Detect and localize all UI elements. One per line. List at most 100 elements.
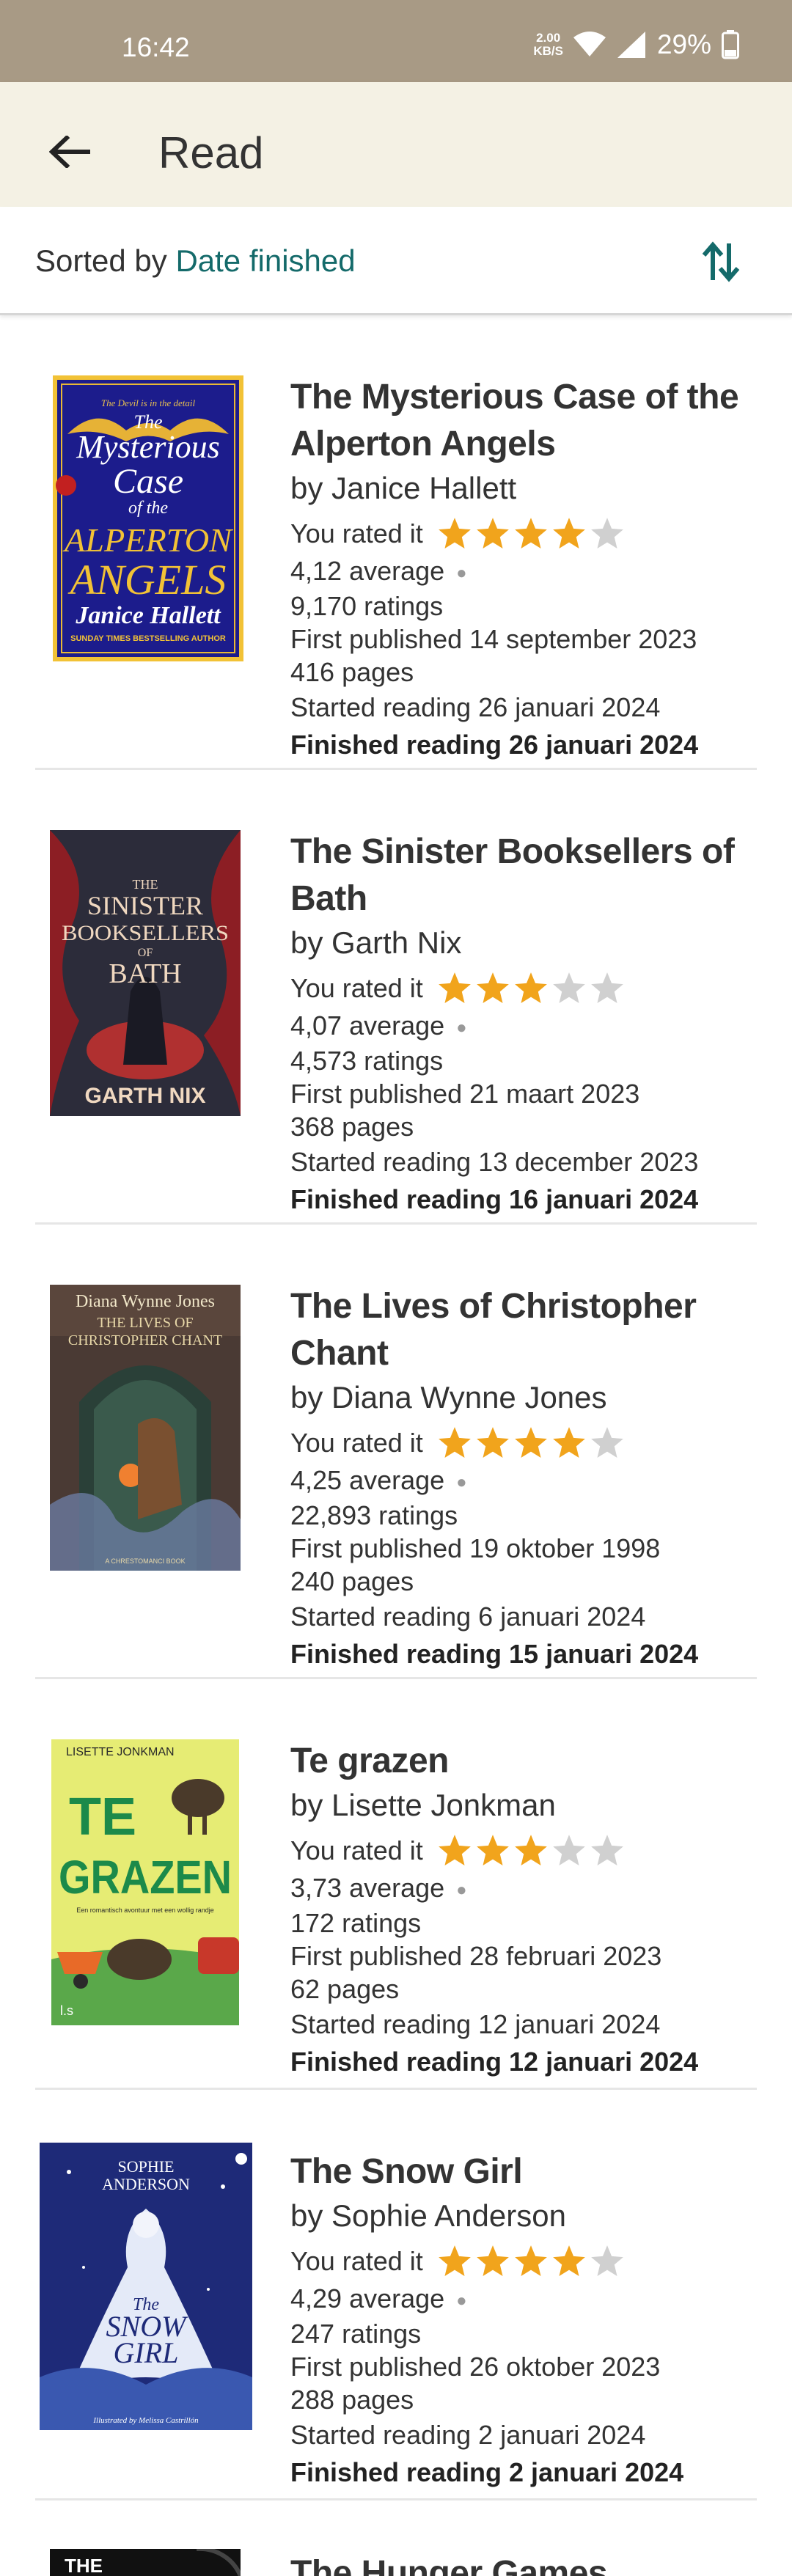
rating-stars[interactable]: [436, 2243, 626, 2280]
finished-reading: Finished reading 26 januari 2024: [290, 729, 699, 760]
rating-stars[interactable]: [436, 1832, 626, 1869]
star-empty-icon[interactable]: [589, 2243, 626, 2280]
average-text: 4,29 average: [290, 2283, 445, 2313]
rated-label: You rated it: [290, 518, 423, 548]
star-filled-icon[interactable]: [551, 515, 587, 552]
network-speed-unit: KB/S: [533, 44, 563, 58]
book-author[interactable]: by Diana Wynne Jones: [290, 1377, 760, 1418]
book-cover[interactable]: THE SINISTER BOOKSELLERS OF BATH GARTH N…: [50, 830, 241, 1116]
page-count: 62 pages: [290, 1973, 400, 2004]
ratings-count: 4,573 ratings: [290, 1045, 444, 1076]
cover-text: Mysterious: [76, 429, 220, 465]
star-filled-icon[interactable]: [436, 2243, 473, 2280]
average-rating: 4,25 average ●: [290, 1464, 760, 1499]
star-filled-icon[interactable]: [474, 1425, 511, 1461]
cover-author: LISETTE JONKMAN: [66, 1746, 175, 1758]
rating-stars[interactable]: [436, 1425, 626, 1461]
cover-text: OF: [138, 947, 153, 959]
star-empty-icon[interactable]: [589, 515, 626, 552]
cover-text: l.s: [60, 2003, 73, 2018]
star-empty-icon[interactable]: [589, 1425, 626, 1461]
average-text: 4,12 average: [290, 556, 445, 586]
star-filled-icon[interactable]: [551, 1425, 587, 1461]
book-author[interactable]: by Lisette Jonkman: [290, 1785, 760, 1826]
book-list-item[interactable]: Diana Wynne Jones THE LIVES OF CHRISTOPH…: [35, 1225, 757, 1679]
book-cover[interactable]: SOPHIE ANDERSON The SNOW GIRL Illustrate…: [40, 2143, 252, 2430]
book-author[interactable]: by Garth Nix: [290, 922, 760, 964]
average-text: 4,25 average: [290, 1465, 445, 1495]
first-published: First published 21 maart 2023: [290, 1078, 640, 1109]
book-author[interactable]: by Sophie Anderson: [290, 2195, 760, 2236]
page-count: 368 pages: [290, 1111, 414, 1142]
page-count: 288 pages: [290, 2384, 414, 2415]
cover-text: SINISTER: [87, 891, 203, 920]
book-list-item[interactable]: The Devil is in the detail The Mysteriou…: [35, 315, 757, 770]
sort-bar: Sorted by Date finished: [0, 207, 792, 315]
book-cover[interactable]: THE: [50, 2549, 241, 2576]
star-empty-icon[interactable]: [551, 1832, 587, 1869]
book-title[interactable]: Te grazen: [290, 1738, 760, 1785]
star-filled-icon[interactable]: [551, 2243, 587, 2280]
star-filled-icon[interactable]: [436, 1425, 473, 1461]
star-empty-icon[interactable]: [551, 970, 587, 1007]
star-filled-icon[interactable]: [513, 515, 549, 552]
book-title[interactable]: The Hunger Games: [290, 2550, 760, 2576]
book-title[interactable]: The Snow Girl: [290, 2148, 760, 2195]
user-rating: You rated it: [290, 968, 760, 1009]
cover-text: BATH: [109, 958, 181, 989]
book-author[interactable]: by Janice Hallett: [290, 468, 760, 509]
sort-prefix: Sorted by: [35, 243, 167, 278]
finished-reading: Finished reading 2 januari 2024: [290, 2456, 684, 2487]
cover-text: GRAZEN: [59, 1851, 232, 1904]
star-filled-icon[interactable]: [513, 1832, 549, 1869]
cover-author: SOPHIE: [117, 2157, 174, 2176]
sort-value-link[interactable]: Date finished: [175, 243, 355, 278]
star-filled-icon[interactable]: [436, 515, 473, 552]
star-filled-icon[interactable]: [513, 1425, 549, 1461]
cover-text: Een romantisch avontuur met een wollig r…: [76, 1907, 214, 1914]
book-cover[interactable]: Diana Wynne Jones THE LIVES OF CHRISTOPH…: [50, 1285, 241, 1571]
ratings-count: 9,170 ratings: [290, 590, 444, 621]
rating-stars[interactable]: [436, 970, 626, 1007]
started-reading: Started reading 2 januari 2024: [290, 2419, 646, 2450]
app-bar: Read: [0, 82, 792, 207]
sort-direction-button[interactable]: [697, 238, 745, 286]
battery-icon: [722, 30, 739, 59]
average-text: 4,07 average: [290, 1010, 445, 1041]
network-speed-value: 2.00: [536, 31, 561, 45]
book-title[interactable]: The Sinister Booksellers of Bath: [290, 829, 760, 922]
battery-percentage: 29%: [656, 29, 711, 59]
back-button[interactable]: [38, 120, 101, 183]
book-list-item[interactable]: SOPHIE ANDERSON The SNOW GIRL Illustrate…: [35, 2090, 757, 2500]
average-rating: 4,12 average ●: [290, 554, 760, 590]
finished-reading: Finished reading 16 januari 2024: [290, 1184, 699, 1214]
star-empty-icon[interactable]: [589, 1832, 626, 1869]
ratings-count: 172 ratings: [290, 1907, 422, 1938]
star-empty-icon[interactable]: [589, 970, 626, 1007]
started-reading: Started reading 12 januari 2024: [290, 2008, 661, 2039]
star-filled-icon[interactable]: [436, 970, 473, 1007]
book-title[interactable]: The Mysterious Case of the Alperton Ange…: [290, 374, 760, 468]
book-cover[interactable]: LISETTE JONKMAN TE GRAZEN Een romantisch…: [51, 1739, 239, 2025]
book-list-item[interactable]: THE SINISTER BOOKSELLERS OF BATH GARTH N…: [35, 770, 757, 1225]
cover-text: Illustrated by Melissa Castrillón: [92, 2416, 199, 2425]
cover-text: BOOKSELLERS: [62, 921, 229, 945]
star-filled-icon[interactable]: [474, 1832, 511, 1869]
star-filled-icon[interactable]: [474, 2243, 511, 2280]
separator-dot: ●: [456, 1472, 467, 1492]
book-title[interactable]: The Lives of Christopher Chant: [290, 1283, 760, 1377]
star-filled-icon[interactable]: [513, 970, 549, 1007]
ratings-count: 22,893 ratings: [290, 1500, 458, 1530]
book-info: The Snow Girl by Sophie Anderson You rat…: [290, 2148, 760, 2491]
book-list-item[interactable]: LISETTE JONKMAN TE GRAZEN Een romantisch…: [35, 1679, 757, 2090]
average-rating: 4,07 average ●: [290, 1009, 760, 1044]
star-filled-icon[interactable]: [474, 970, 511, 1007]
star-filled-icon[interactable]: [513, 2243, 549, 2280]
star-filled-icon[interactable]: [474, 515, 511, 552]
book-list-item[interactable]: THE The Hunger Games: [35, 2500, 757, 2576]
started-reading: Started reading 6 januari 2024: [290, 1601, 646, 1632]
book-cover[interactable]: The Devil is in the detail The Mysteriou…: [53, 375, 243, 661]
star-filled-icon[interactable]: [436, 1832, 473, 1869]
rating-stars[interactable]: [436, 515, 626, 552]
book-info: The Lives of Christopher Chant by Diana …: [290, 1283, 760, 1673]
